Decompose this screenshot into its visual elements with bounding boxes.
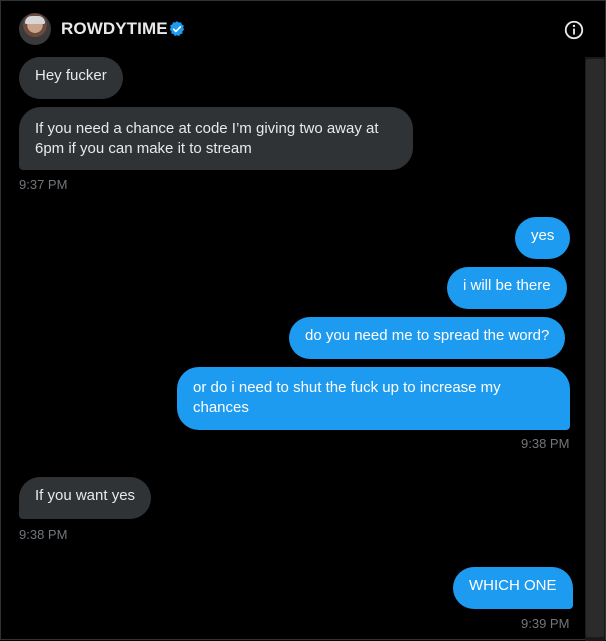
message-bubble-incoming[interactable]: If you need a chance at code I’m giving … [19, 107, 413, 170]
message-text: i will be there [463, 277, 551, 294]
message-bubble-incoming[interactable]: Hey fucker [19, 57, 123, 99]
message-text: Hey fucker [35, 67, 107, 84]
message-bubble-outgoing[interactable]: i will be there [447, 267, 567, 309]
message-text: WHICH ONE [469, 577, 557, 594]
message-timestamp: 9:38 PM [521, 436, 570, 451]
message-bubble-outgoing[interactable]: WHICH ONE [453, 567, 573, 609]
message-timestamp: 9:39 PM [521, 616, 570, 631]
message-text: If you want yes [35, 487, 136, 504]
message-bubble-outgoing[interactable]: yes [515, 217, 571, 259]
message-timestamp: 9:37 PM [19, 177, 68, 192]
info-circle-icon[interactable] [563, 19, 585, 41]
scrollbar-thumb[interactable] [586, 59, 604, 637]
user-avatar[interactable] [19, 13, 51, 45]
message-timestamp: 9:38 PM [19, 527, 68, 542]
message-bubble-incoming[interactable]: If you want yes [19, 477, 152, 519]
scrollbar[interactable] [585, 57, 605, 641]
message-text: or do i need to shut the fuck up to incr… [193, 379, 501, 416]
conversation-user-name[interactable]: ROWDYTIME [61, 19, 168, 39]
message-text: yes [531, 227, 555, 244]
conversation-header: ROWDYTIME [1, 1, 605, 57]
message-bubble-outgoing[interactable]: do you need me to spread the word? [289, 317, 566, 359]
verified-badge-icon [169, 21, 185, 36]
message-text: If you need a chance at code I’m giving … [35, 120, 379, 157]
message-bubble-outgoing[interactable]: or do i need to shut the fuck up to incr… [177, 367, 570, 430]
message-text: do you need me to spread the word? [305, 327, 550, 344]
dm-conversation-window: ROWDYTIME Hey fucker If you need a chanc… [0, 0, 606, 641]
